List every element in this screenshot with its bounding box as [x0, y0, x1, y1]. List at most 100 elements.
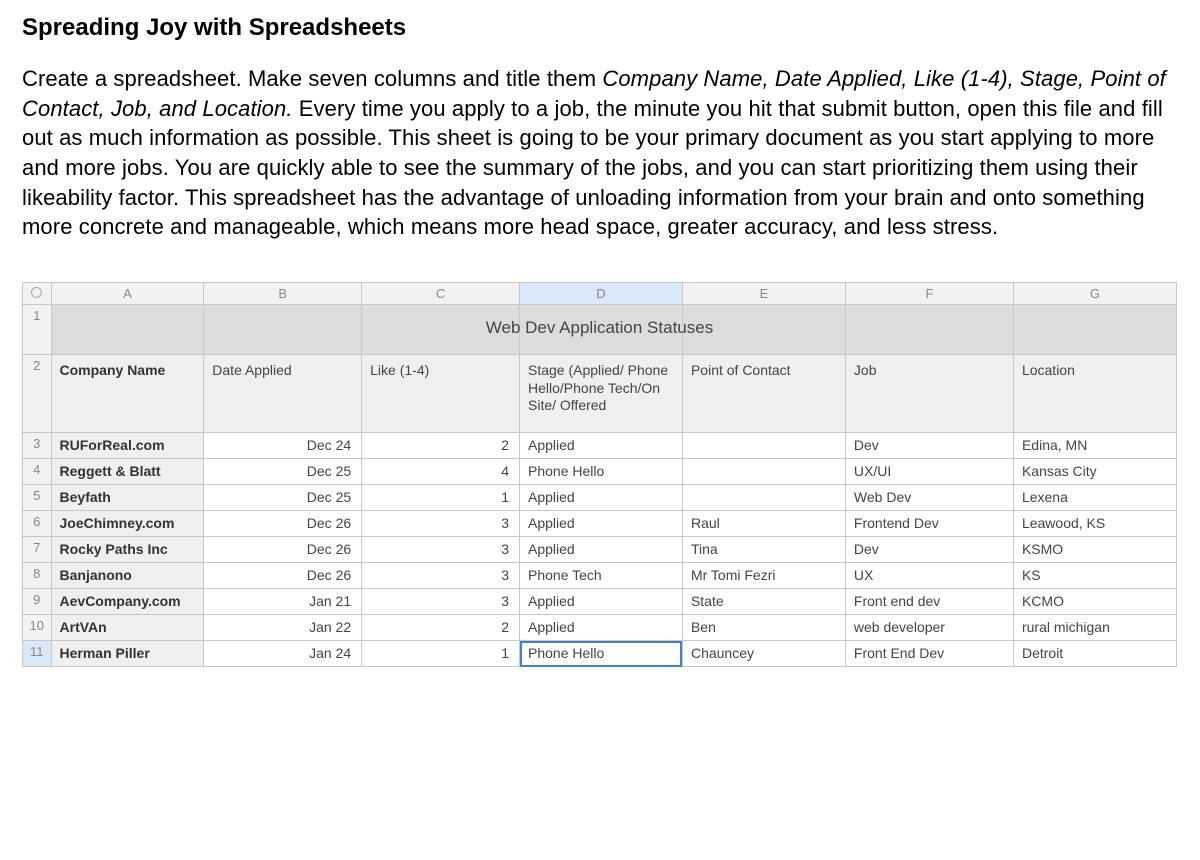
cell-A7[interactable]: Rocky Paths Inc	[51, 537, 204, 563]
row-num-11[interactable]: 11	[23, 641, 52, 667]
cell-E5[interactable]	[682, 485, 845, 511]
cell-A3[interactable]: RUForReal.com	[51, 433, 204, 459]
row-num-4[interactable]: 4	[23, 459, 52, 485]
cell-A9[interactable]: AevCompany.com	[51, 589, 204, 615]
cell-D7[interactable]: Applied	[520, 537, 683, 563]
cell-C9[interactable]: 3	[362, 589, 520, 615]
cell-G4[interactable]: Kansas City	[1013, 459, 1176, 485]
column-letter-row[interactable]: A B C D E F G	[23, 283, 1177, 305]
select-all-corner[interactable]	[23, 283, 52, 305]
header-date[interactable]: Date Applied	[204, 355, 362, 433]
col-header-E[interactable]: E	[682, 283, 845, 305]
col-header-A[interactable]: A	[51, 283, 204, 305]
cell-A6[interactable]: JoeChimney.com	[51, 511, 204, 537]
cell-F10[interactable]: web developer	[845, 615, 1013, 641]
col-header-C[interactable]: C	[362, 283, 520, 305]
cell-E11[interactable]: Chauncey	[682, 641, 845, 667]
cell-F7[interactable]: Dev	[845, 537, 1013, 563]
table-row[interactable]: 5BeyfathDec 251AppliedWeb DevLexena	[23, 485, 1177, 511]
cell-B11[interactable]: Jan 24	[204, 641, 362, 667]
cell-D6[interactable]: Applied	[520, 511, 683, 537]
cell-D1[interactable]	[520, 305, 683, 355]
cell-B7[interactable]: Dec 26	[204, 537, 362, 563]
cell-F5[interactable]: Web Dev	[845, 485, 1013, 511]
cell-A1[interactable]	[51, 305, 204, 355]
cell-A8[interactable]: Banjanono	[51, 563, 204, 589]
cell-G10[interactable]: rural michigan	[1013, 615, 1176, 641]
cell-G6[interactable]: Leawood, KS	[1013, 511, 1176, 537]
cell-G11[interactable]: Detroit	[1013, 641, 1176, 667]
cell-A4[interactable]: Reggett & Blatt	[51, 459, 204, 485]
cell-G3[interactable]: Edina, MN	[1013, 433, 1176, 459]
cell-B3[interactable]: Dec 24	[204, 433, 362, 459]
cell-C7[interactable]: 3	[362, 537, 520, 563]
row-num-7[interactable]: 7	[23, 537, 52, 563]
title-row[interactable]: 1	[23, 305, 1177, 355]
cell-D9[interactable]: Applied	[520, 589, 683, 615]
cell-C11[interactable]: 1	[362, 641, 520, 667]
cell-B4[interactable]: Dec 25	[204, 459, 362, 485]
header-row[interactable]: 2 Company Name Date Applied Like (1-4) S…	[23, 355, 1177, 433]
header-company[interactable]: Company Name	[51, 355, 204, 433]
cell-C1[interactable]	[362, 305, 520, 355]
table-row[interactable]: 11Herman PillerJan 241Phone HelloChaunce…	[23, 641, 1177, 667]
cell-G5[interactable]: Lexena	[1013, 485, 1176, 511]
cell-F11[interactable]: Front End Dev	[845, 641, 1013, 667]
cell-E3[interactable]	[682, 433, 845, 459]
cell-E7[interactable]: Tina	[682, 537, 845, 563]
cell-B10[interactable]: Jan 22	[204, 615, 362, 641]
cell-A11[interactable]: Herman Piller	[51, 641, 204, 667]
row-num-1[interactable]: 1	[23, 305, 52, 355]
col-header-G[interactable]: G	[1013, 283, 1176, 305]
row-num-6[interactable]: 6	[23, 511, 52, 537]
cell-B9[interactable]: Jan 21	[204, 589, 362, 615]
cell-D5[interactable]: Applied	[520, 485, 683, 511]
cell-F4[interactable]: UX/UI	[845, 459, 1013, 485]
row-num-3[interactable]: 3	[23, 433, 52, 459]
cell-F6[interactable]: Frontend Dev	[845, 511, 1013, 537]
cell-D4[interactable]: Phone Hello	[520, 459, 683, 485]
cell-F9[interactable]: Front end dev	[845, 589, 1013, 615]
cell-E1[interactable]	[682, 305, 845, 355]
header-like[interactable]: Like (1-4)	[362, 355, 520, 433]
table-row[interactable]: 8BanjanonoDec 263Phone TechMr Tomi Fezri…	[23, 563, 1177, 589]
spreadsheet-table[interactable]: A B C D E F G 1 2 Company Name Date Appl…	[22, 282, 1177, 667]
cell-G9[interactable]: KCMO	[1013, 589, 1176, 615]
table-row[interactable]: 9AevCompany.comJan 213AppliedStateFront …	[23, 589, 1177, 615]
cell-G1[interactable]	[1013, 305, 1176, 355]
cell-B1[interactable]	[204, 305, 362, 355]
col-header-B[interactable]: B	[204, 283, 362, 305]
table-row[interactable]: 4Reggett & BlattDec 254Phone HelloUX/UIK…	[23, 459, 1177, 485]
cell-B6[interactable]: Dec 26	[204, 511, 362, 537]
cell-C6[interactable]: 3	[362, 511, 520, 537]
cell-B8[interactable]: Dec 26	[204, 563, 362, 589]
table-row[interactable]: 3RUForReal.comDec 242Applied DevEdina, MN	[23, 433, 1177, 459]
cell-A10[interactable]: ArtVAn	[51, 615, 204, 641]
row-num-5[interactable]: 5	[23, 485, 52, 511]
cell-E8[interactable]: Mr Tomi Fezri	[682, 563, 845, 589]
table-row[interactable]: 7Rocky Paths IncDec 263AppliedTinaDevKSM…	[23, 537, 1177, 563]
cell-E9[interactable]: State	[682, 589, 845, 615]
cell-D11[interactable]: Phone Hello	[520, 641, 683, 667]
cell-F8[interactable]: UX	[845, 563, 1013, 589]
row-num-2[interactable]: 2	[23, 355, 52, 433]
cell-C3[interactable]: 2	[362, 433, 520, 459]
table-row[interactable]: 6JoeChimney.comDec 263AppliedRaulFronten…	[23, 511, 1177, 537]
cell-G7[interactable]: KSMO	[1013, 537, 1176, 563]
cell-F1[interactable]	[845, 305, 1013, 355]
table-row[interactable]: 10ArtVAnJan 222AppliedBenweb developerru…	[23, 615, 1177, 641]
header-location[interactable]: Location	[1013, 355, 1176, 433]
cell-E6[interactable]: Raul	[682, 511, 845, 537]
row-num-8[interactable]: 8	[23, 563, 52, 589]
row-num-10[interactable]: 10	[23, 615, 52, 641]
cell-C4[interactable]: 4	[362, 459, 520, 485]
cell-G8[interactable]: KS	[1013, 563, 1176, 589]
cell-F3[interactable]: Dev	[845, 433, 1013, 459]
header-contact[interactable]: Point of Contact	[682, 355, 845, 433]
cell-D8[interactable]: Phone Tech	[520, 563, 683, 589]
header-stage[interactable]: Stage (Applied/ Phone Hello/Phone Tech/O…	[520, 355, 683, 433]
row-num-9[interactable]: 9	[23, 589, 52, 615]
cell-C10[interactable]: 2	[362, 615, 520, 641]
cell-D3[interactable]: Applied	[520, 433, 683, 459]
cell-A5[interactable]: Beyfath	[51, 485, 204, 511]
